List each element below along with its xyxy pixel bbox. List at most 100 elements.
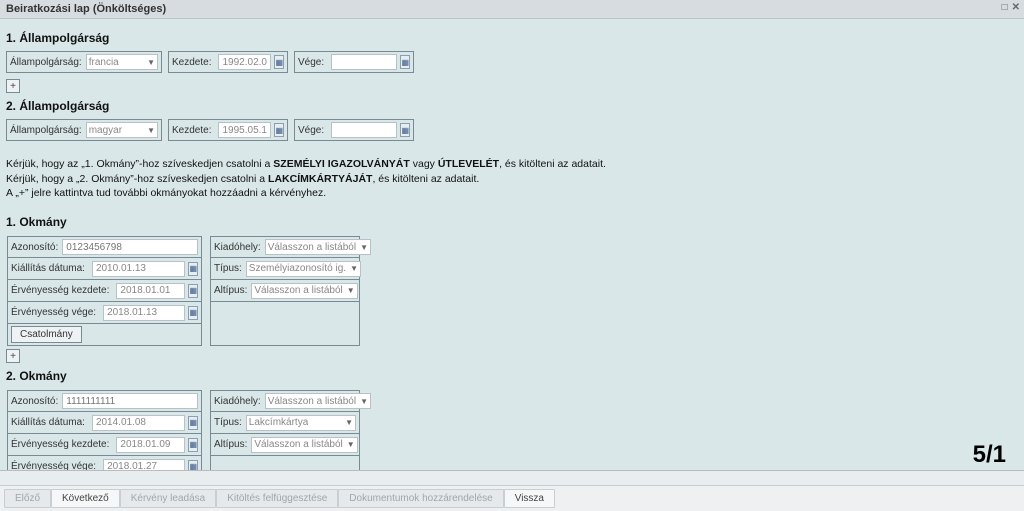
type-label: Típus: — [214, 263, 242, 274]
doc1-type-field: Típus: Személyiazonosító ig.▼ — [210, 258, 360, 280]
chevron-down-icon: ▼ — [347, 286, 355, 295]
citizenship-1-select[interactable]: francia▼ — [86, 54, 158, 70]
doc2-id-input[interactable] — [62, 393, 198, 409]
doc2-valid-to-field: Érvényesség vége: ▦ — [7, 456, 202, 471]
end-label: Vége: — [298, 57, 324, 68]
doc2-valid-from-field: Érvényesség kezdete: ▦ — [7, 434, 202, 456]
valid-from-label: Érvényesség kezdete: — [11, 285, 109, 296]
back-button[interactable]: Vissza — [504, 489, 555, 508]
doc1-issuer-field: Kiadóhely: Válasszon a listából▼ — [210, 236, 360, 258]
section-title-document-1: 1. Okmány — [6, 215, 1018, 229]
section-title-citizenship-2: 2. Állampolgárság — [6, 99, 1018, 113]
citizenship-2-start-input[interactable] — [218, 122, 271, 138]
calendar-icon[interactable]: ▦ — [400, 55, 410, 69]
calendar-icon[interactable]: ▦ — [188, 438, 198, 452]
chevron-down-icon: ▼ — [350, 264, 358, 273]
doc2-subtype-select[interactable]: Válasszon a listából▼ — [251, 437, 357, 453]
page-indicator: 5/1 — [973, 441, 1006, 469]
citizenship-label: Állampolgárság: — [10, 125, 82, 136]
doc1-attachment-button[interactable]: Csatolmány — [11, 326, 82, 343]
calendar-icon[interactable]: ▦ — [274, 123, 284, 137]
start-label: Kezdete: — [172, 57, 211, 68]
start-label: Kezdete: — [172, 125, 211, 136]
doc2-subtype-field: Altípus: Válasszon a listából▼ — [210, 434, 360, 456]
calendar-icon[interactable]: ▦ — [188, 306, 198, 320]
subtype-label: Altípus: — [214, 285, 247, 296]
instructions-text: Kérjük, hogy az „1. Okmány”-hoz szíveske… — [6, 157, 1018, 201]
citizenship-1-start-input[interactable] — [218, 54, 271, 70]
chevron-down-icon: ▼ — [360, 397, 368, 406]
chevron-down-icon: ▼ — [347, 440, 355, 449]
detach-icon[interactable]: □ — [1002, 2, 1008, 13]
doc1-issuer-select[interactable]: Válasszon a listából▼ — [265, 239, 371, 255]
valid-to-label: Érvényesség vége: — [11, 461, 96, 471]
issue-date-label: Kiállítás dátuma: — [11, 263, 85, 274]
doc1-subtype-select[interactable]: Válasszon a listából▼ — [251, 283, 357, 299]
doc1-subtype-field: Altípus: Válasszon a listából▼ — [210, 280, 360, 302]
doc2-valid-to-input[interactable] — [103, 459, 185, 471]
submit-button[interactable]: Kérvény leadása — [120, 489, 217, 508]
citizenship-1-end-field: Vége: ▦ — [294, 51, 414, 73]
doc1-valid-to-field: Érvényesség vége: ▦ — [7, 302, 202, 324]
section-title-citizenship-1: 1. Állampolgárság — [6, 31, 1018, 45]
calendar-icon[interactable]: ▦ — [188, 284, 198, 298]
citizenship-label: Állampolgárság: — [10, 57, 82, 68]
doc1-valid-from-input[interactable] — [116, 283, 185, 299]
doc1-id-field: Azonosító: — [7, 236, 202, 258]
suspend-button[interactable]: Kitöltés felfüggesztése — [216, 489, 338, 508]
calendar-icon[interactable]: ▦ — [188, 416, 198, 430]
doc1-valid-to-input[interactable] — [103, 305, 185, 321]
doc1-issue-date-field: Kiállítás dátuma: ▦ — [7, 258, 202, 280]
chevron-down-icon: ▼ — [360, 243, 368, 252]
calendar-icon[interactable]: ▦ — [188, 460, 198, 471]
add-document-button[interactable]: + — [6, 349, 20, 363]
doc2-issuer-field: Kiadóhely: Válasszon a listából▼ — [210, 390, 360, 412]
issuer-label: Kiadóhely: — [214, 396, 261, 407]
issuer-label: Kiadóhely: — [214, 242, 261, 253]
valid-from-label: Érvényesség kezdete: — [11, 439, 109, 450]
doc1-issue-date-input[interactable] — [92, 261, 186, 277]
doc2-issue-date-input[interactable] — [92, 415, 186, 431]
window-titlebar: Beiratkozási lap (Önköltséges) □ ✕ — [0, 0, 1024, 19]
doc2-valid-from-input[interactable] — [116, 437, 185, 453]
calendar-icon[interactable]: ▦ — [188, 262, 198, 276]
attach-docs-button[interactable]: Dokumentumok hozzárendelése — [338, 489, 503, 508]
subtype-label: Altípus: — [214, 439, 247, 450]
chevron-down-icon: ▼ — [147, 126, 155, 135]
citizenship-2-end-field: Vége: ▦ — [294, 119, 414, 141]
add-citizenship-button[interactable]: + — [6, 79, 20, 93]
doc2-id-field: Azonosító: — [7, 390, 202, 412]
issue-date-label: Kiállítás dátuma: — [11, 417, 85, 428]
section-title-document-2: 2. Okmány — [6, 369, 1018, 383]
bottom-toolbar: Előző Következő Kérvény leadása Kitöltés… — [0, 485, 1024, 511]
chevron-down-icon: ▼ — [147, 58, 155, 67]
next-button[interactable]: Következő — [51, 489, 120, 508]
citizenship-2-start-field: Kezdete: ▦ — [168, 119, 288, 141]
citizenship-2-field: Állampolgárság: magyar▼ — [6, 119, 162, 141]
prev-button[interactable]: Előző — [4, 489, 51, 508]
citizenship-2-select[interactable]: magyar▼ — [86, 122, 158, 138]
doc2-empty-cell — [210, 456, 360, 471]
doc1-type-select[interactable]: Személyiazonosító ig.▼ — [246, 261, 361, 277]
calendar-icon[interactable]: ▦ — [274, 55, 284, 69]
type-label: Típus: — [214, 417, 242, 428]
valid-to-label: Érvényesség vége: — [11, 307, 96, 318]
close-icon[interactable]: ✕ — [1012, 2, 1020, 13]
citizenship-1-end-input[interactable] — [331, 54, 397, 70]
citizenship-2-end-input[interactable] — [331, 122, 397, 138]
citizenship-1-field: Állampolgárság: francia▼ — [6, 51, 162, 73]
form-content: 1. Állampolgárság Állampolgárság: franci… — [0, 19, 1024, 471]
doc1-empty-cell — [210, 302, 360, 346]
calendar-icon[interactable]: ▦ — [400, 123, 410, 137]
doc1-id-input[interactable] — [62, 239, 198, 255]
id-label: Azonosító: — [11, 242, 58, 253]
doc1-valid-from-field: Érvényesség kezdete: ▦ — [7, 280, 202, 302]
doc2-type-field: Típus: Lakcímkártya▼ — [210, 412, 360, 434]
citizenship-1-start-field: Kezdete: ▦ — [168, 51, 288, 73]
chevron-down-icon: ▼ — [345, 418, 353, 427]
end-label: Vége: — [298, 125, 324, 136]
doc2-issuer-select[interactable]: Válasszon a listából▼ — [265, 393, 371, 409]
window-title: Beiratkozási lap (Önköltséges) — [6, 3, 166, 15]
doc2-type-select[interactable]: Lakcímkártya▼ — [246, 415, 356, 431]
doc2-issue-date-field: Kiállítás dátuma: ▦ — [7, 412, 202, 434]
